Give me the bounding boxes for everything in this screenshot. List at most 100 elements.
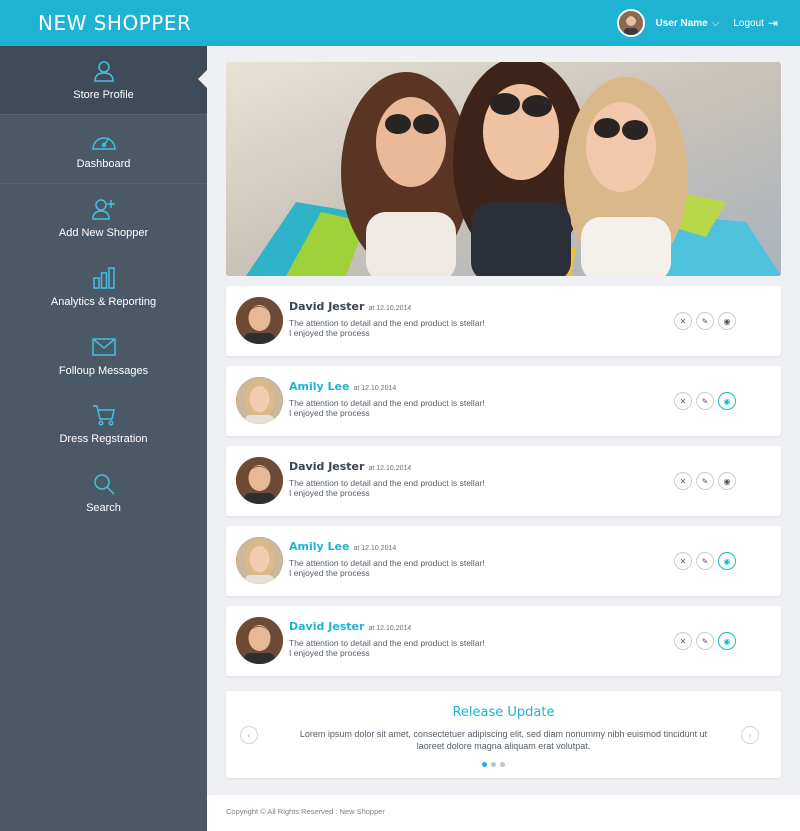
sidebar-item-label: Search [86,502,121,514]
envelope-icon [90,335,118,359]
footer: Copyright © All Rights Reserved : New Sh… [207,795,800,831]
brand-title: NEW SHOPPER [38,11,192,35]
review-line: The attention to detail and the end prod… [289,318,485,328]
review-card: Amily Lee at 12.10.2014 The attention to … [226,366,781,436]
review-actions: ✕ ✎ ◉ [674,312,740,330]
review-line: I enjoyed the process [289,408,370,418]
logout-link[interactable]: Logout [733,18,764,29]
reviewer-name: David Jester at 12.10.2014 [289,620,411,633]
edit-icon[interactable]: ✎ [696,632,714,650]
review-message: The attention to detail and the end prod… [289,398,549,418]
sidebar-item-label: Add New Shopper [58,227,149,239]
review-date: at 12.10.2014 [368,465,412,472]
chevron-left-icon[interactable]: ‹ [240,726,258,744]
copyright-text: Copyright © All Rights Reserved : New Sh… [226,807,385,816]
review-card: Amily Lee at 12.10.2014 The attention to … [226,526,781,596]
review-line: The attention to detail and the end prod… [289,558,485,568]
avatar [236,457,283,504]
reviewer-name-text: David Jester [289,460,365,473]
sidebar-item-add-new-shopper[interactable]: Add New Shopper [0,184,207,252]
view-icon[interactable]: ◉ [718,472,736,490]
review-date: at 12.10.2014 [368,625,412,632]
sidebar: Store Profile Dashboard Add New Shopper … [0,46,207,831]
active-indicator [198,70,207,88]
reviewer-name-text: Amily Lee [289,540,350,553]
hero-image [226,62,781,276]
review-date: at 12.10.2014 [353,385,397,392]
review-date: at 12.10.2014 [353,545,397,552]
release-update-panel: Release Update Lorem ipsum dolor sit ame… [226,691,781,778]
review-line: I enjoyed the process [289,488,370,498]
reviewer-name-text: Amily Lee [289,380,350,393]
sidebar-item-analytics[interactable]: Analytics & Reporting [0,253,207,321]
review-actions: ✕ ✎ ◉ [674,632,740,650]
user-menu[interactable]: User Name ⌵ Logout ⇥ [617,7,778,39]
view-icon[interactable]: ◉ [718,552,736,570]
sidebar-item-label: Dashboard [76,158,131,170]
avatar [236,377,283,424]
user-icon [90,59,118,83]
review-card: David Jester at 12.10.2014 The attention … [226,446,781,516]
bar-chart-icon [90,266,118,290]
edit-icon[interactable]: ✎ [696,392,714,410]
reviewer-name: David Jester at 12.10.2014 [289,300,411,313]
sidebar-item-dress-registration[interactable]: Dress Regstration [0,390,207,458]
view-icon[interactable]: ◉ [718,632,736,650]
sidebar-item-store-profile[interactable]: Store Profile [0,46,207,114]
avatar [236,537,283,584]
delete-icon[interactable]: ✕ [674,632,692,650]
edit-icon[interactable]: ✎ [696,472,714,490]
carousel-dot[interactable] [500,762,505,767]
view-icon[interactable]: ◉ [718,392,736,410]
reviewer-name-text: David Jester [289,620,365,633]
edit-icon[interactable]: ✎ [696,552,714,570]
release-body: Lorem ipsum dolor sit amet, consectetuer… [299,729,708,751]
logout-icon[interactable]: ⇥ [768,16,778,30]
sidebar-item-label: Dress Regstration [59,433,148,445]
gauge-icon [90,128,118,152]
review-line: The attention to detail and the end prod… [289,638,485,648]
chevron-right-icon[interactable]: › [741,726,759,744]
user-avatar[interactable] [617,9,646,37]
view-icon[interactable]: ◉ [718,312,736,330]
sidebar-item-followup-messages[interactable]: Folloup Messages [0,322,207,390]
sidebar-item-label: Store Profile [73,89,134,101]
review-line: I enjoyed the process [289,328,370,338]
sidebar-item-label: Folloup Messages [58,365,149,377]
carousel-dots [482,762,509,767]
search-icon [90,472,118,496]
release-title: Release Update [452,705,555,720]
edit-icon[interactable]: ✎ [696,312,714,330]
delete-icon[interactable]: ✕ [674,552,692,570]
review-message: The attention to detail and the end prod… [289,478,549,498]
main-content: David Jester at 12.10.2014 The attention … [207,46,800,831]
carousel-dot[interactable] [482,762,487,767]
review-line: The attention to detail and the end prod… [289,478,485,488]
review-actions: ✕ ✎ ◉ [674,472,740,490]
reviewer-name: Amily Lee at 12.10.2014 [289,540,396,553]
delete-icon[interactable]: ✕ [674,472,692,490]
review-message: The attention to detail and the end prod… [289,638,549,658]
sidebar-item-label: Analytics & Reporting [50,296,157,308]
reviewer-name-text: David Jester [289,300,365,313]
carousel-dot[interactable] [491,762,496,767]
review-card: David Jester at 12.10.2014 The attention … [226,286,781,356]
review-card: David Jester at 12.10.2014 The attention … [226,606,781,676]
review-line: I enjoyed the process [289,648,370,658]
review-actions: ✕ ✎ ◉ [674,552,740,570]
review-date: at 12.10.2014 [368,305,412,312]
top-bar: NEW SHOPPER User Name ⌵ Logout ⇥ [0,0,800,46]
add-user-icon [90,197,118,221]
cart-icon [90,403,118,427]
review-actions: ✕ ✎ ◉ [674,392,740,410]
reviewer-name: Amily Lee at 12.10.2014 [289,380,396,393]
review-message: The attention to detail and the end prod… [289,318,549,338]
user-name-label[interactable]: User Name [655,18,707,29]
review-line: I enjoyed the process [289,568,370,578]
avatar [236,297,283,344]
delete-icon[interactable]: ✕ [674,392,692,410]
sidebar-item-search[interactable]: Search [0,459,207,527]
sidebar-item-dashboard[interactable]: Dashboard [0,115,207,183]
chevron-down-icon[interactable]: ⌵ [712,18,720,29]
delete-icon[interactable]: ✕ [674,312,692,330]
